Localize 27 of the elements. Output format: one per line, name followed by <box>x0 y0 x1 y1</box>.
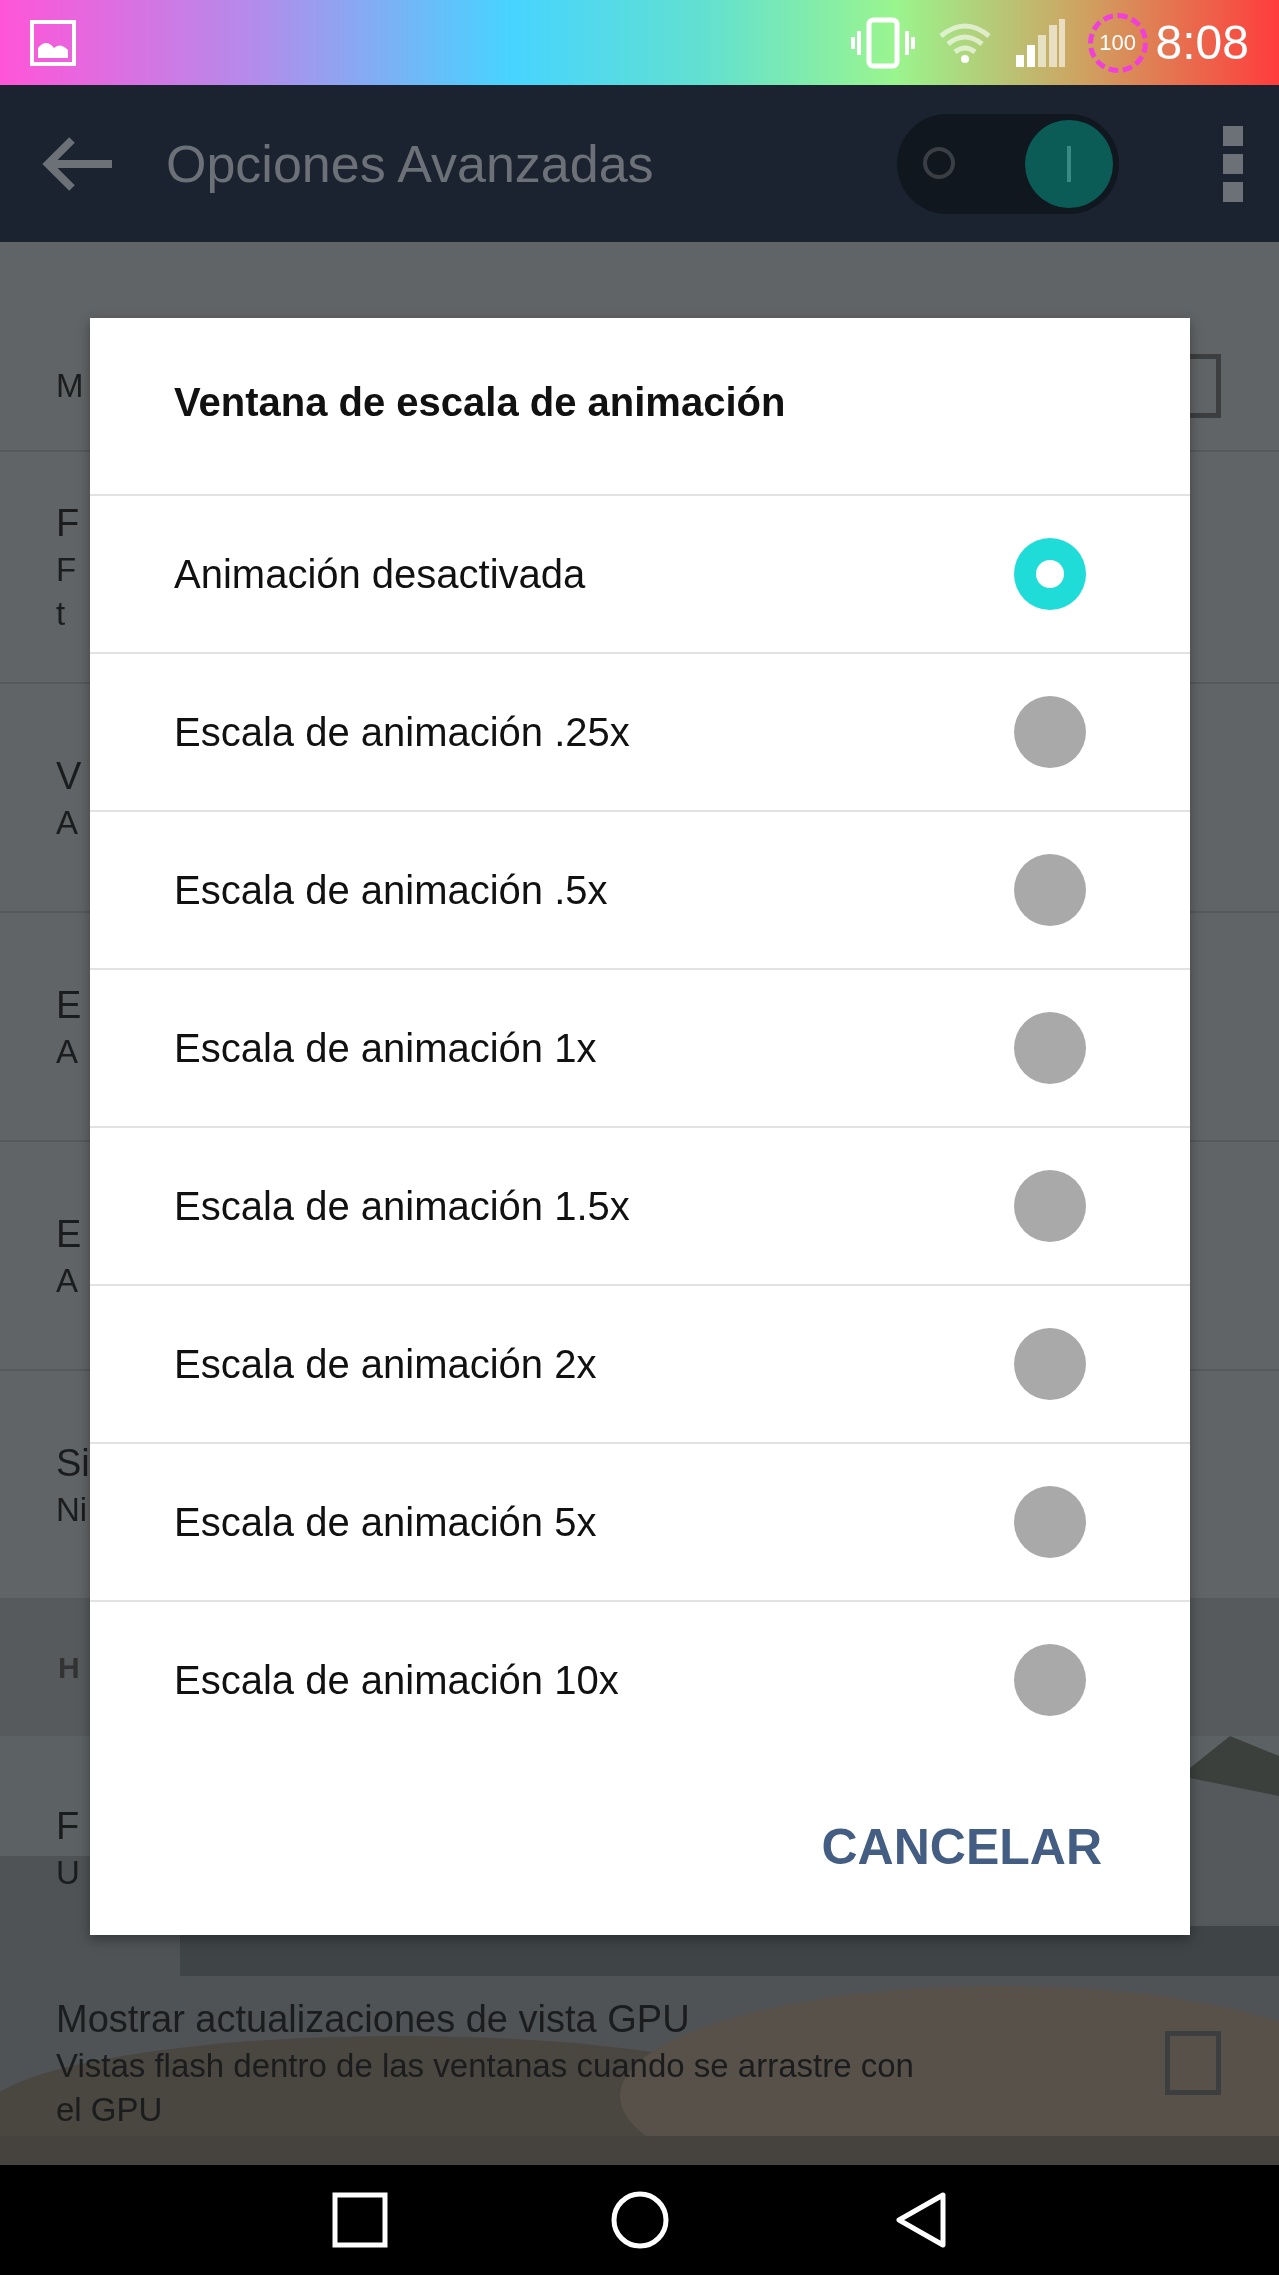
setting-title: Si <box>56 1440 90 1486</box>
setting-title: E <box>56 982 82 1028</box>
setting-title: Mostrar actualizaciones de vista GPU <box>56 1996 690 2042</box>
setting-description: A <box>56 1031 78 1072</box>
option-label[interactable]: Escala de animación 1x <box>174 1025 1014 1071</box>
setting-title: V <box>56 753 82 799</box>
setting-description: Ni <box>56 1489 88 1530</box>
option-label[interactable]: Escala de animación .25x <box>174 709 1014 755</box>
setting-title: F <box>56 1804 80 1849</box>
option-label[interactable]: Escala de animación 2x <box>174 1341 1014 1387</box>
setting-description: A <box>56 1260 78 1301</box>
setting-description: U <box>56 1853 80 1893</box>
setting-description: M <box>56 366 84 406</box>
option-label[interactable]: Escala de animación .5x <box>174 867 1014 913</box>
dialog-title: Ventana de escala de animación <box>173 379 786 426</box>
setting-title: E <box>56 1211 82 1257</box>
battery-level: 100 <box>1087 12 1148 73</box>
option-label[interactable]: Animación desactivada <box>174 551 1014 597</box>
cancel-button[interactable]: CANCELAR <box>817 1807 1106 1886</box>
setting-description: F t <box>56 550 77 634</box>
setting-title: F <box>56 501 80 546</box>
option-label[interactable]: Escala de animación 5x <box>174 1499 1014 1545</box>
clock: 8:08 <box>1155 15 1249 70</box>
option-label[interactable]: Escala de animación 10x <box>174 1657 1014 1703</box>
option-label[interactable]: Escala de animación 1.5x <box>174 1183 1014 1229</box>
screen-title: Opciones Avanzadas <box>166 133 655 194</box>
setting-description: A <box>56 802 78 843</box>
